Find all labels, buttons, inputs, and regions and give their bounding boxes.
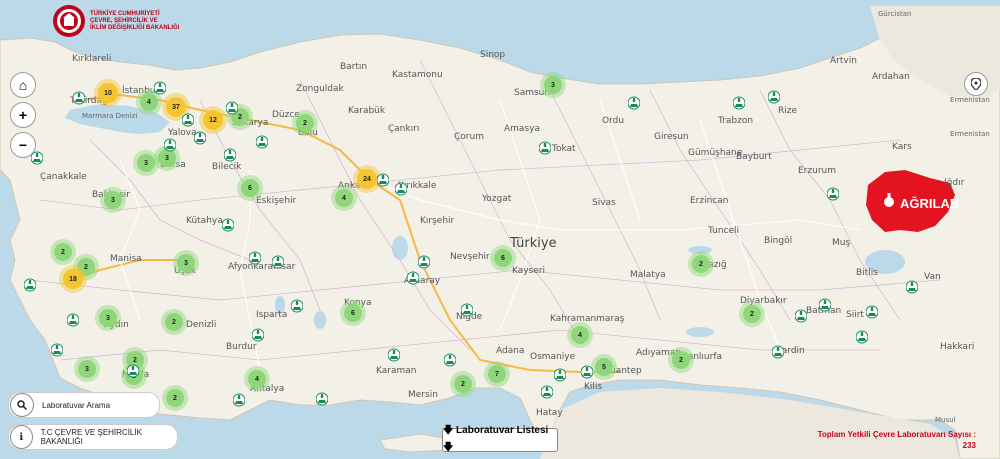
lab-marker-icon[interactable] — [316, 392, 328, 406]
lab-marker-icon[interactable] — [272, 255, 284, 269]
lab-cluster[interactable]: 4 — [140, 93, 158, 111]
lab-cluster[interactable]: 3 — [544, 76, 562, 94]
lab-total-label: Toplam Yetkili Çevre Laboratuvarı Sayısı… — [817, 430, 976, 439]
lab-cluster[interactable]: 7 — [488, 365, 506, 383]
lab-marker-icon[interactable] — [224, 148, 236, 162]
lab-marker-icon[interactable] — [222, 218, 234, 232]
logo-line-1: TÜRKİYE CUMHURİYETİ — [90, 10, 160, 17]
lab-marker-icon[interactable] — [407, 271, 419, 285]
lab-marker-icon[interactable] — [418, 255, 430, 269]
lab-marker-icon[interactable] — [772, 345, 784, 359]
home-button[interactable]: ⌂ — [10, 72, 36, 98]
lab-cluster[interactable]: 3 — [99, 309, 117, 327]
lab-marker-icon[interactable] — [226, 101, 238, 115]
lab-marker-icon[interactable] — [541, 385, 553, 399]
logo-line-3: İKLİM DEĞİŞİKLİĞİ BAKANLIĞI — [90, 24, 180, 31]
lab-cluster[interactable]: 10 — [98, 83, 118, 103]
lab-cluster[interactable]: 2 — [166, 389, 184, 407]
lab-cluster[interactable]: 4 — [335, 189, 353, 207]
map-canvas[interactable] — [0, 0, 1000, 459]
lab-marker-icon[interactable] — [819, 298, 831, 312]
lab-marker-icon[interactable] — [539, 141, 551, 155]
lab-marker-icon[interactable] — [906, 280, 918, 294]
lab-marker-icon[interactable] — [827, 187, 839, 201]
lab-total-value: 233 — [962, 441, 976, 450]
lab-marker-icon[interactable] — [444, 353, 456, 367]
tuz-lake — [392, 236, 408, 260]
keban-dam — [688, 246, 712, 254]
ministry-link-label: T.C ÇEVRE VE ŞEHİRCİLİK BAKANLIĞI — [40, 428, 142, 446]
lab-cluster[interactable]: 12 — [203, 110, 223, 130]
lab-marker-icon[interactable] — [127, 364, 139, 378]
lab-cluster[interactable]: 6 — [494, 249, 512, 267]
lab-marker-icon[interactable] — [395, 182, 407, 196]
lab-search-placeholder: Laboratuvar Arama — [42, 400, 111, 410]
lab-cluster[interactable]: 3 — [137, 154, 155, 172]
map-pin-icon — [971, 78, 981, 90]
info-icon: ℹ — [10, 425, 33, 449]
ministry-seal-icon — [53, 5, 85, 37]
lab-cluster[interactable]: 2 — [165, 313, 183, 331]
lab-cluster[interactable]: 2 — [672, 351, 690, 369]
logo-line-2: ÇEVRE, ŞEHİRCİLİK VE — [90, 17, 158, 24]
lab-marker-icon[interactable] — [73, 91, 85, 105]
lab-marker-icon[interactable] — [51, 343, 63, 357]
lab-cluster[interactable]: 3 — [104, 191, 122, 209]
lab-cluster[interactable]: 5 — [595, 358, 613, 376]
lab-marker-icon[interactable] — [628, 96, 640, 110]
location-button[interactable] — [964, 72, 988, 96]
lab-marker-icon[interactable] — [233, 393, 245, 407]
plus-icon: + — [18, 107, 28, 123]
van-lake — [865, 250, 905, 274]
lab-marker-icon[interactable] — [194, 131, 206, 145]
lab-marker-icon[interactable] — [256, 135, 268, 149]
home-icon: ⌂ — [18, 77, 28, 93]
lab-cluster[interactable]: 18 — [63, 269, 83, 289]
lab-marker-icon[interactable] — [24, 278, 36, 292]
lab-cluster[interactable]: 4 — [571, 326, 589, 344]
minus-icon: − — [18, 137, 28, 153]
lab-total-count: Toplam Yetkili Çevre Laboratuvarı Sayısı… — [818, 429, 976, 451]
ministry-logo[interactable]: TÜRKİYE CUMHURİYETİ ÇEVRE, ŞEHİRCİLİK VE… — [52, 4, 179, 38]
lab-cluster[interactable]: 2 — [454, 375, 472, 393]
lab-marker-icon[interactable] — [581, 365, 593, 379]
lab-cluster[interactable]: 2 — [54, 243, 72, 261]
lab-marker-icon[interactable] — [67, 313, 79, 327]
egirdir-lake — [275, 296, 285, 314]
zoom-in-button[interactable]: + — [10, 102, 36, 128]
lab-marker-icon[interactable] — [249, 251, 261, 265]
lab-cluster[interactable]: 2 — [743, 305, 761, 323]
lab-marker-icon[interactable] — [866, 305, 878, 319]
lab-marker-icon[interactable] — [252, 328, 264, 342]
lab-cluster[interactable]: 6 — [344, 304, 362, 322]
lab-list-button[interactable]: 🡇 Laboratuvar Listesi 🡇 — [442, 425, 558, 453]
search-icon — [10, 393, 34, 417]
lab-cluster[interactable]: 3 — [177, 254, 195, 272]
lab-cluster[interactable]: 3 — [78, 360, 96, 378]
lab-marker-icon[interactable] — [377, 173, 389, 187]
lab-marker-icon[interactable] — [182, 113, 194, 127]
lab-cluster[interactable]: 4 — [248, 370, 266, 388]
ministry-link[interactable]: ℹ T.C ÇEVRE VE ŞEHİRCİLİK BAKANLIĞI — [8, 424, 178, 450]
lab-marker-icon[interactable] — [164, 138, 176, 152]
ataturk-dam — [686, 327, 714, 337]
zoom-out-button[interactable]: − — [10, 132, 36, 158]
lab-marker-icon[interactable] — [768, 90, 780, 104]
lab-marker-icon[interactable] — [388, 348, 400, 362]
lab-marker-icon[interactable] — [554, 368, 566, 382]
lab-marker-icon[interactable] — [795, 309, 807, 323]
lab-search-box[interactable]: Laboratuvar Arama — [8, 392, 160, 418]
lab-marker-icon[interactable] — [154, 81, 166, 95]
lab-cluster[interactable]: 2 — [296, 114, 314, 132]
lab-cluster[interactable]: 6 — [241, 179, 259, 197]
lab-marker-icon[interactable] — [291, 299, 303, 313]
beysehir-lake — [314, 311, 326, 329]
lab-cluster[interactable]: 24 — [357, 169, 377, 189]
lab-marker-icon[interactable] — [856, 330, 868, 344]
lab-cluster[interactable]: 2 — [692, 255, 710, 273]
lab-marker-icon[interactable] — [461, 303, 473, 317]
lab-marker-icon[interactable] — [733, 96, 745, 110]
